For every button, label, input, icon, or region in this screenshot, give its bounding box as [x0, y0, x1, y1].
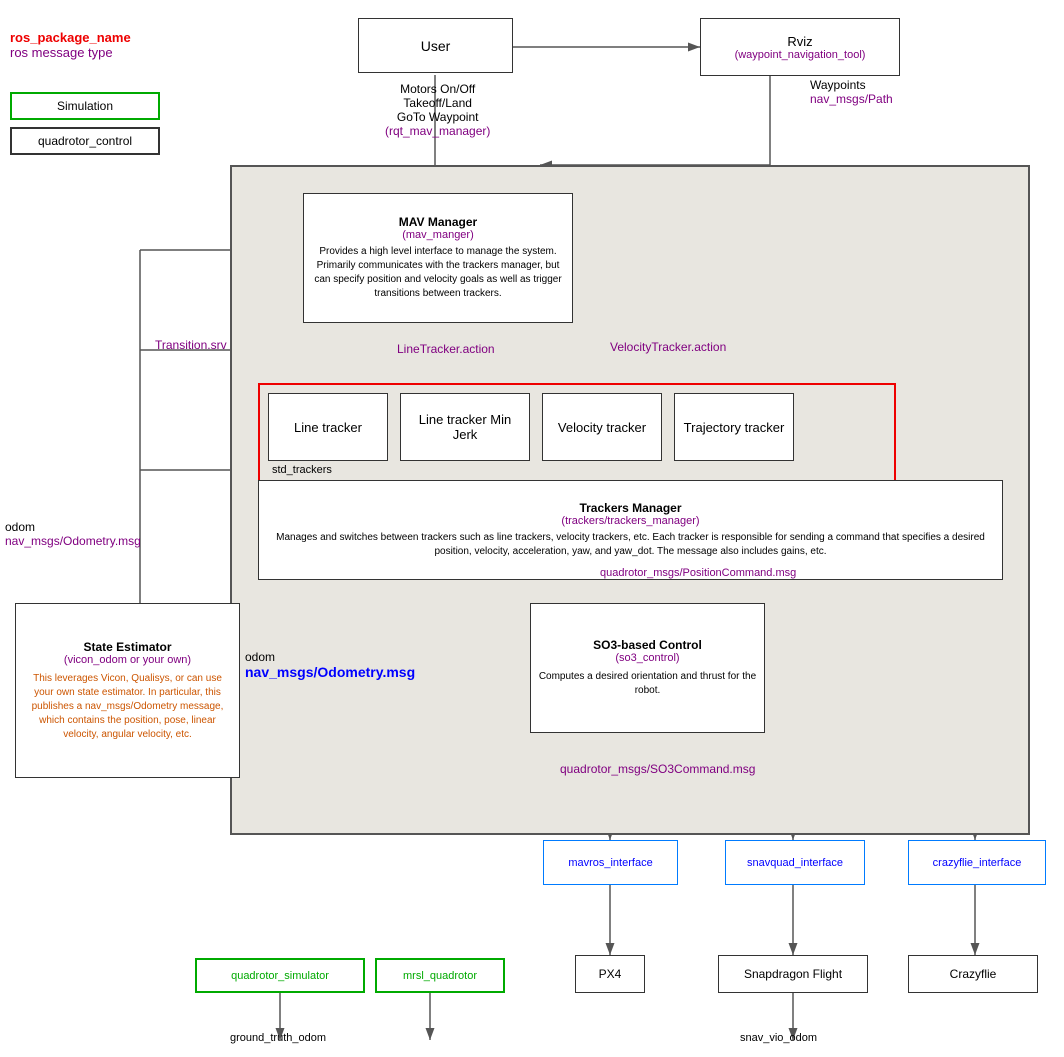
snavquad-box: snavquad_interface: [725, 840, 865, 885]
snapdragon-box: Snapdragon Flight: [718, 955, 868, 993]
waypoints-area: Waypoints nav_msgs/Path: [810, 78, 893, 106]
so3-control-box: SO3-based Control (so3_control) Computes…: [530, 603, 765, 733]
crazyflie-hw-box: Crazyflie: [908, 955, 1038, 993]
rviz-box: Rviz (waypoint_navigation_tool): [700, 18, 900, 76]
mrsl-quadrotor-label: mrsl_quadrotor: [403, 970, 477, 982]
user-box: User: [358, 18, 513, 73]
so3-control-subtitle: (so3_control): [615, 652, 679, 664]
snapdragon-label: Snapdragon Flight: [744, 967, 842, 981]
trackers-red-box: Line tracker Line tracker Min Jerk Veloc…: [258, 383, 896, 483]
crazyflie-box: crazyflie_interface: [908, 840, 1046, 885]
crazyflie-hw-label: Crazyflie: [950, 967, 997, 981]
mav-manager-box: MAV Manager (mav_manger) Provides a high…: [303, 193, 573, 323]
ground-truth-odom-label: ground_truth_odom: [230, 1032, 326, 1044]
velocity-tracker-label: Velocity tracker: [558, 420, 646, 435]
user-label: User: [421, 38, 451, 54]
simulation-box: Simulation: [10, 92, 160, 120]
transition-srv-label-area: Transition.srv: [155, 338, 227, 352]
so3-command-label: quadrotor_msgs/SO3Command.msg: [560, 762, 755, 776]
simulation-label: Simulation: [57, 99, 113, 113]
state-estimator-title: State Estimator: [83, 640, 171, 654]
px4-box: PX4: [575, 955, 645, 993]
waypoints-label: Waypoints: [810, 78, 893, 92]
transition-srv-label: Transition.srv: [155, 338, 227, 352]
snav-vio-odom-label-area: snav_vio_odom: [740, 1030, 817, 1044]
px4-label: PX4: [599, 967, 622, 981]
so3-control-desc: Computes a desired orientation and thrus…: [537, 670, 758, 698]
mav-manager-desc: Provides a high level interface to manag…: [310, 245, 566, 301]
so3-control-title: SO3-based Control: [593, 638, 702, 652]
quadrotor-simulator-label: quadrotor_simulator: [231, 970, 329, 982]
mrsl-quadrotor-box: mrsl_quadrotor: [375, 958, 505, 993]
nav-msgs-odometry-left-label: nav_msgs/Odometry.msg: [5, 534, 141, 548]
quadrotor-control-box: quadrotor_control: [10, 127, 160, 155]
trackers-manager-subtitle: (trackers/trackers_manager): [561, 515, 699, 527]
velocity-tracker-action-label-area: VelocityTracker.action: [610, 340, 726, 354]
line-tracker-action-label-area: LineTracker.action: [397, 342, 495, 356]
odom-left-area: odom nav_msgs/Odometry.msg: [5, 520, 141, 548]
state-estimator-box: State Estimator (vicon_odom or your own)…: [15, 603, 240, 778]
state-estimator-subtitle: (vicon_odom or your own): [64, 654, 191, 666]
snav-vio-odom-label: snav_vio_odom: [740, 1032, 817, 1044]
velocity-tracker-action-label: VelocityTracker.action: [610, 340, 726, 354]
motors-onoff-label: Motors On/Off: [385, 82, 490, 96]
trajectory-tracker-label: Trajectory tracker: [684, 420, 785, 435]
so3-command-label-area: quadrotor_msgs/SO3Command.msg: [560, 762, 755, 776]
rviz-subtitle: (waypoint_navigation_tool): [735, 49, 866, 61]
goto-waypoint-label: GoTo Waypoint: [385, 110, 490, 124]
line-tracker-box: Line tracker: [268, 393, 388, 461]
ros-message-type-label: ros message type: [10, 45, 131, 60]
trackers-manager-title: Trackers Manager: [579, 501, 681, 515]
snavquad-label: snavquad_interface: [747, 857, 843, 869]
position-command-label-area: quadrotor_msgs/PositionCommand.msg: [600, 565, 796, 579]
odom-left-label: odom: [5, 520, 141, 534]
ros-package-name-label: ros_package_name: [10, 30, 131, 45]
line-tracker-min-jerk-box: Line tracker Min Jerk: [400, 393, 530, 461]
std-trackers-label: std_trackers: [272, 462, 332, 476]
position-command-label: quadrotor_msgs/PositionCommand.msg: [600, 567, 796, 579]
rqt-mav-manager-label: (rqt_mav_manager): [385, 124, 490, 138]
nav-msgs-odometry-right-label: nav_msgs/Odometry.msg: [245, 664, 415, 680]
mavros-label: mavros_interface: [568, 857, 652, 869]
line-tracker-action-label: LineTracker.action: [397, 342, 495, 356]
trajectory-tracker-box: Trajectory tracker: [674, 393, 794, 461]
mav-manager-subtitle: (mav_manger): [402, 229, 474, 241]
motors-onoff-area: Motors On/Off Takeoff/Land GoTo Waypoint…: [385, 82, 490, 138]
trackers-manager-desc: Manages and switches between trackers su…: [265, 531, 996, 559]
line-tracker-min-jerk-label: Line tracker Min Jerk: [407, 412, 523, 442]
takeoff-land-label: Takeoff/Land: [385, 96, 490, 110]
state-estimator-desc: This leverages Vicon, Qualisys, or can u…: [22, 672, 233, 742]
nav-msgs-path-label: nav_msgs/Path: [810, 92, 893, 106]
quadrotor-control-label: quadrotor_control: [38, 134, 132, 148]
rviz-title: Rviz: [787, 34, 812, 49]
odom-right-label: odom: [245, 650, 415, 664]
crazyflie-label: crazyflie_interface: [933, 857, 1022, 869]
quadrotor-simulator-box: quadrotor_simulator: [195, 958, 365, 993]
odom-right-area: odom nav_msgs/Odometry.msg: [245, 650, 415, 680]
velocity-tracker-box: Velocity tracker: [542, 393, 662, 461]
mavros-box: mavros_interface: [543, 840, 678, 885]
ground-truth-odom-label-area: ground_truth_odom: [230, 1030, 326, 1044]
line-tracker-label: Line tracker: [294, 420, 362, 435]
mav-manager-title: MAV Manager: [399, 215, 477, 229]
